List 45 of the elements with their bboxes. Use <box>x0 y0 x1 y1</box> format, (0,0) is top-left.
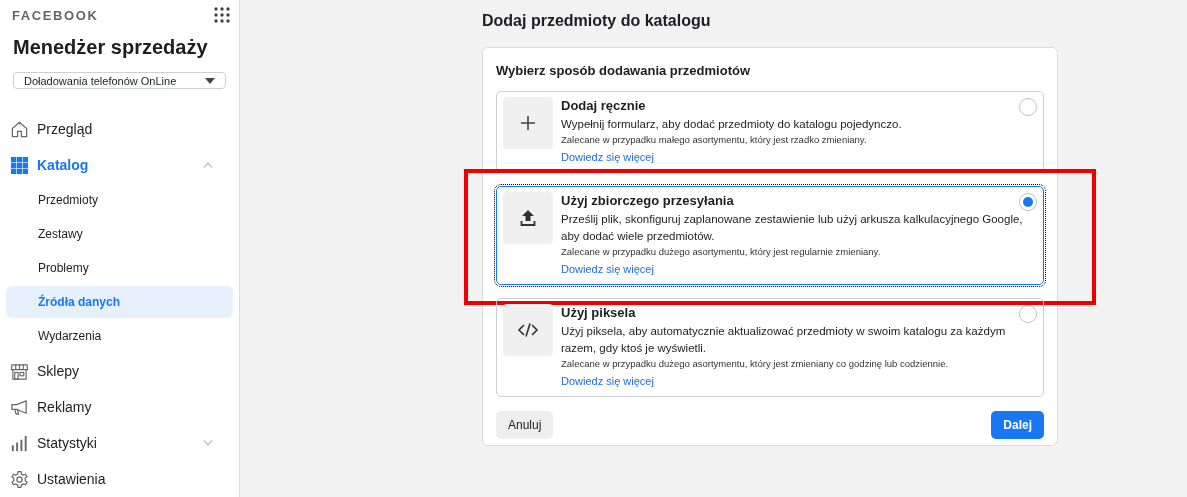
nav-subitem[interactable]: Przedmioty <box>6 184 233 216</box>
learn-more-link[interactable]: Dowiedz się więcej <box>561 149 654 165</box>
option-description: Prześlij plik, skonfiguruj zaplanowane zestawienie lub użyj arkusza kalkulacyjnego Google, aby dodać wiele przedmiotów. <box>561 212 1024 244</box>
caret-icon <box>205 77 215 84</box>
option-note: Zalecane w przypadku dużego asortymentu, który jest zmieniany co godzinę lub codziennie. <box>561 357 950 370</box>
learn-more-link[interactable]: Dowiedz się więcej <box>561 261 654 277</box>
account-dropdown[interactable]: Doładowania telefonów OnLine <box>13 72 226 89</box>
nav-item[interactable]: Sklepy <box>6 353 233 389</box>
radio-button[interactable] <box>1019 193 1037 211</box>
option-description: Wypełnij formularz, aby dodać przedmioty do katalogu pojedynczo. <box>561 117 903 132</box>
learn-more-link[interactable]: Dowiedz się więcej <box>561 373 654 389</box>
home-icon <box>10 119 29 139</box>
megaphone-icon <box>10 397 29 417</box>
app-title: Menedżer sprzedaży <box>13 36 209 59</box>
nav-subitem[interactable]: Problemy <box>6 252 233 284</box>
nav-item[interactable]: Katalog <box>6 147 233 183</box>
option-card[interactable] <box>496 186 1044 285</box>
plus-icon <box>520 115 536 131</box>
store-icon <box>10 361 29 381</box>
option-description: Użyj piksela, aby automatycznie aktualizować przedmioty w swoim katalogu za każdym razem, gdy ktoś je wyświetli. <box>561 324 1007 356</box>
card-heading: Wybierz sposób dodawania przedmiotów <box>496 63 751 78</box>
option-note: Zalecane w przypadku dużego asortymentu, który jest regularnie zmieniany. <box>561 245 882 258</box>
nav-item[interactable]: Przegląd <box>6 111 233 147</box>
nav-item[interactable]: Statystyki <box>6 425 233 461</box>
nav-subitem[interactable]: Źródła danych <box>6 286 233 318</box>
option-title: Użyj piksela <box>561 304 637 322</box>
nav-item[interactable]: Reklamy <box>6 389 233 425</box>
nav-item[interactable]: Ustawienia <box>6 461 233 497</box>
nav-subitem[interactable]: Zestawy <box>6 218 233 250</box>
radio-button[interactable] <box>1019 98 1037 116</box>
option-title: Dodaj ręcznie <box>561 97 647 115</box>
apps-grid-icon[interactable] <box>213 6 231 24</box>
page-title: Dodaj przedmioty do katalogu <box>482 12 712 30</box>
bar-chart-icon <box>10 433 29 453</box>
next-button[interactable]: Dalej <box>991 411 1044 439</box>
cancel-button[interactable]: Anuluj <box>496 411 554 439</box>
radio-button[interactable] <box>1019 305 1037 323</box>
grid-icon <box>10 155 29 175</box>
nav-subitem[interactable]: Wydarzenia <box>6 320 233 352</box>
code-icon <box>517 322 539 338</box>
settings-icon <box>10 469 29 489</box>
upload-icon <box>520 210 536 226</box>
brand-wordmark: FACEBOOK <box>12 7 99 23</box>
option-title: Użyj zbiorczego przesyłania <box>561 192 735 210</box>
option-note: Zalecane w przypadku małego asortymentu, który jest rzadko zmieniany. <box>561 133 868 146</box>
